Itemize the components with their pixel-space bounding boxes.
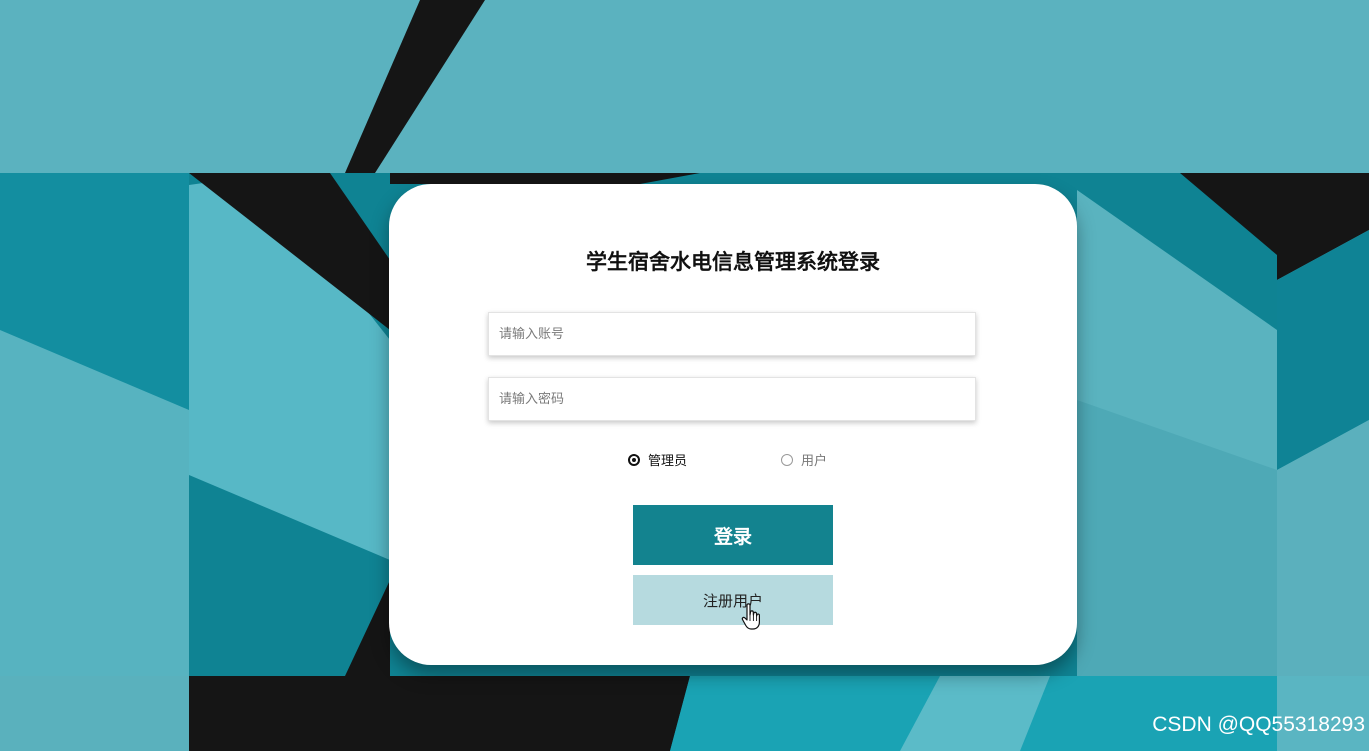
account-field[interactable] — [488, 312, 976, 356]
register-button[interactable]: 注册用户 — [633, 575, 833, 625]
page-title: 学生宿舍水电信息管理系统登录 — [586, 250, 880, 274]
watermark-text: CSDN @QQ55318293 — [1152, 713, 1365, 736]
radio-unselected-icon[interactable] — [781, 453, 793, 466]
password-input[interactable] — [489, 378, 975, 420]
role-radio-admin[interactable]: 管理员 — [628, 450, 687, 469]
hand-pointer-icon — [741, 603, 760, 630]
role-radio-user[interactable]: 用户 — [781, 450, 827, 469]
login-button[interactable]: 登录 — [633, 505, 833, 565]
radio-selected-icon[interactable] — [628, 453, 640, 466]
role-label-admin: 管理员 — [648, 454, 688, 469]
role-label-user: 用户 — [801, 454, 828, 469]
login-card: 学生宿舍水电信息管理系统登录 管理员 用户 登录 注册用户 — [389, 184, 1077, 665]
account-input[interactable] — [489, 313, 975, 355]
password-field[interactable] — [488, 377, 976, 421]
